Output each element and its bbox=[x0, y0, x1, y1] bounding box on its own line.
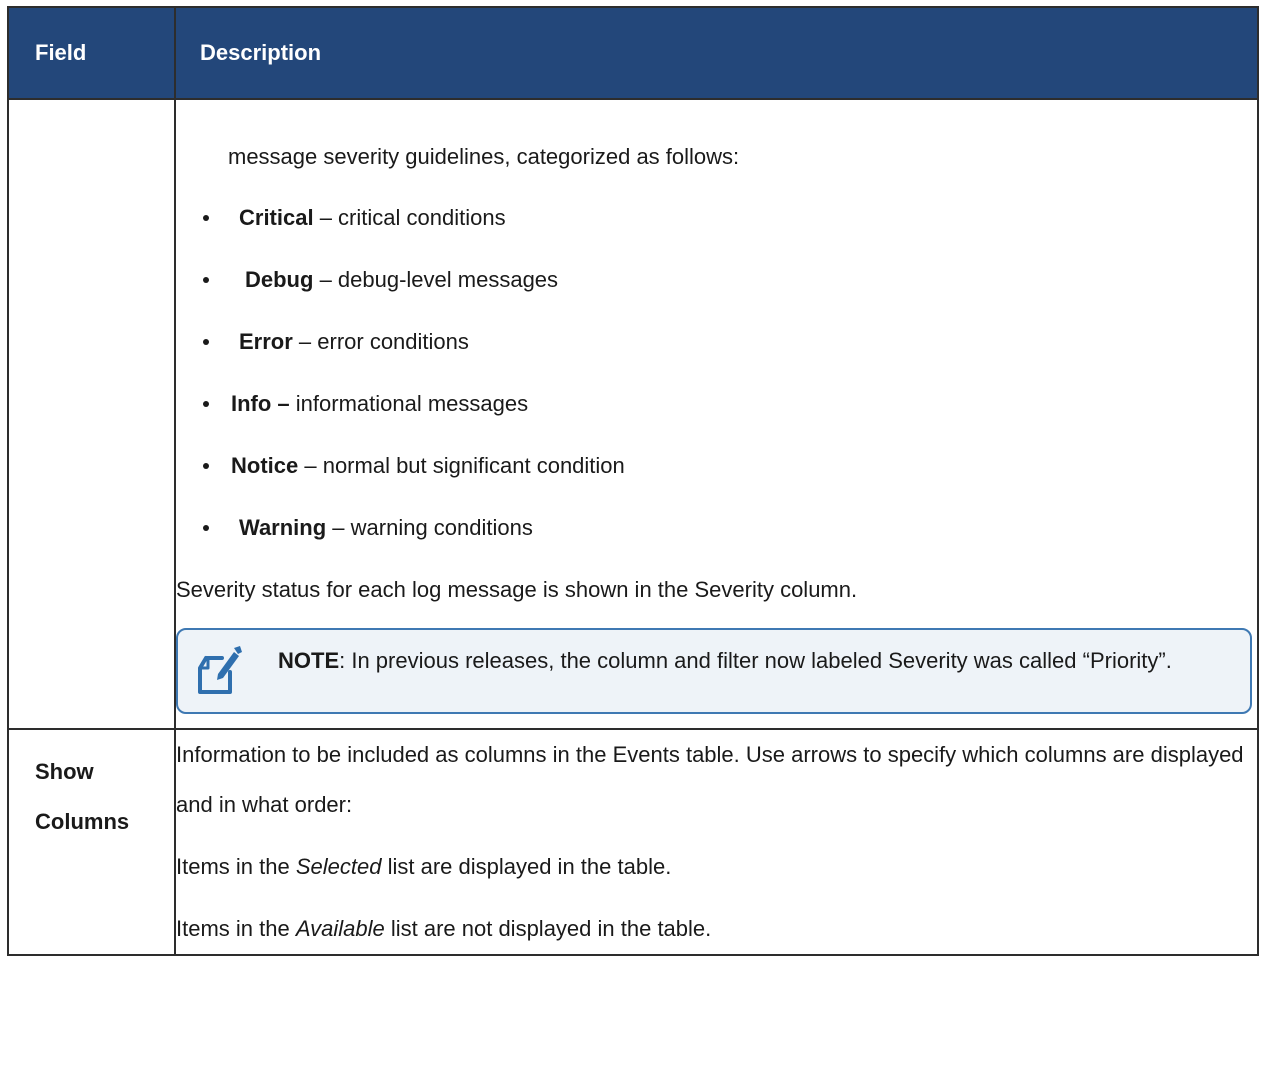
selected-list-text: Items in the Selected list are displayed… bbox=[176, 842, 1257, 892]
bullet-icon bbox=[203, 401, 209, 407]
list-item: Warning – warning conditions bbox=[176, 513, 1257, 543]
bullet-icon bbox=[203, 339, 209, 345]
bullet-icon bbox=[203, 525, 209, 531]
available-list-text: Items in the Available list are not disp… bbox=[176, 904, 1257, 954]
field-label-line: Columns bbox=[35, 809, 130, 834]
list-item: Error – error conditions bbox=[176, 327, 1257, 357]
severity-definition: informational messages bbox=[289, 391, 529, 416]
bullet-icon bbox=[203, 215, 209, 221]
severity-definition: – normal but significant condition bbox=[298, 453, 625, 478]
text-span: Items in the bbox=[176, 916, 296, 941]
severity-summary-text: Severity status for each log message is … bbox=[176, 577, 858, 602]
severity-term: Error bbox=[239, 329, 293, 354]
show-columns-field-cell: Show Columns bbox=[7, 728, 176, 956]
field-label-line: Show bbox=[35, 759, 94, 784]
severity-row: message severity guidelines, categorized… bbox=[7, 98, 1259, 730]
field-description-table: Field Description message severity guide… bbox=[7, 6, 1259, 956]
severity-term: Debug bbox=[245, 267, 314, 292]
bullet-icon bbox=[203, 277, 209, 283]
severity-field-cell bbox=[7, 98, 176, 730]
show-columns-intro-text: Information to be included as columns in… bbox=[176, 742, 1244, 817]
note-callout: NOTE: In previous releases, the column a… bbox=[176, 628, 1252, 714]
description-column-header: Description bbox=[174, 6, 1259, 100]
severity-intro-text: message severity guidelines, categorized… bbox=[228, 144, 740, 169]
text-span: list are not displayed in the table. bbox=[384, 916, 712, 941]
show-columns-field-label: Show Columns bbox=[9, 730, 174, 847]
list-item: Debug – debug-level messages bbox=[176, 265, 1257, 295]
severity-definition: – critical conditions bbox=[313, 205, 506, 230]
severity-term: Critical bbox=[239, 205, 314, 230]
bullet-icon bbox=[203, 463, 209, 469]
severity-definition: – debug-level messages bbox=[313, 267, 559, 292]
severity-term: Notice bbox=[231, 453, 299, 478]
severity-term: Info – bbox=[231, 391, 290, 416]
table-header-row: Field Description bbox=[7, 6, 1259, 100]
severity-definition: – error conditions bbox=[292, 329, 469, 354]
severity-definition: – warning conditions bbox=[326, 515, 533, 540]
show-columns-row: Show Columns Information to be included … bbox=[7, 728, 1259, 956]
note-pencil-icon bbox=[198, 646, 242, 694]
available-term: Available bbox=[295, 916, 385, 941]
selected-term: Selected bbox=[295, 854, 382, 879]
text-span: Items in the bbox=[176, 854, 296, 879]
list-item: Critical – critical conditions bbox=[176, 203, 1257, 233]
note-body: : In previous releases, the column and f… bbox=[339, 648, 1172, 673]
list-item: Notice – normal but significant conditio… bbox=[176, 451, 1257, 481]
severity-description-cell: message severity guidelines, categorized… bbox=[174, 98, 1259, 730]
note-label: NOTE bbox=[278, 648, 340, 673]
severity-term: Warning bbox=[239, 515, 327, 540]
show-columns-description-cell: Information to be included as columns in… bbox=[174, 728, 1259, 956]
note-text: NOTE: In previous releases, the column a… bbox=[278, 642, 1172, 696]
text-span: list are displayed in the table. bbox=[381, 854, 672, 879]
severity-level-list: Critical – critical conditions Debug – d… bbox=[176, 203, 1257, 543]
field-column-header: Field bbox=[7, 6, 176, 100]
list-item: Info – informational messages bbox=[176, 389, 1257, 419]
